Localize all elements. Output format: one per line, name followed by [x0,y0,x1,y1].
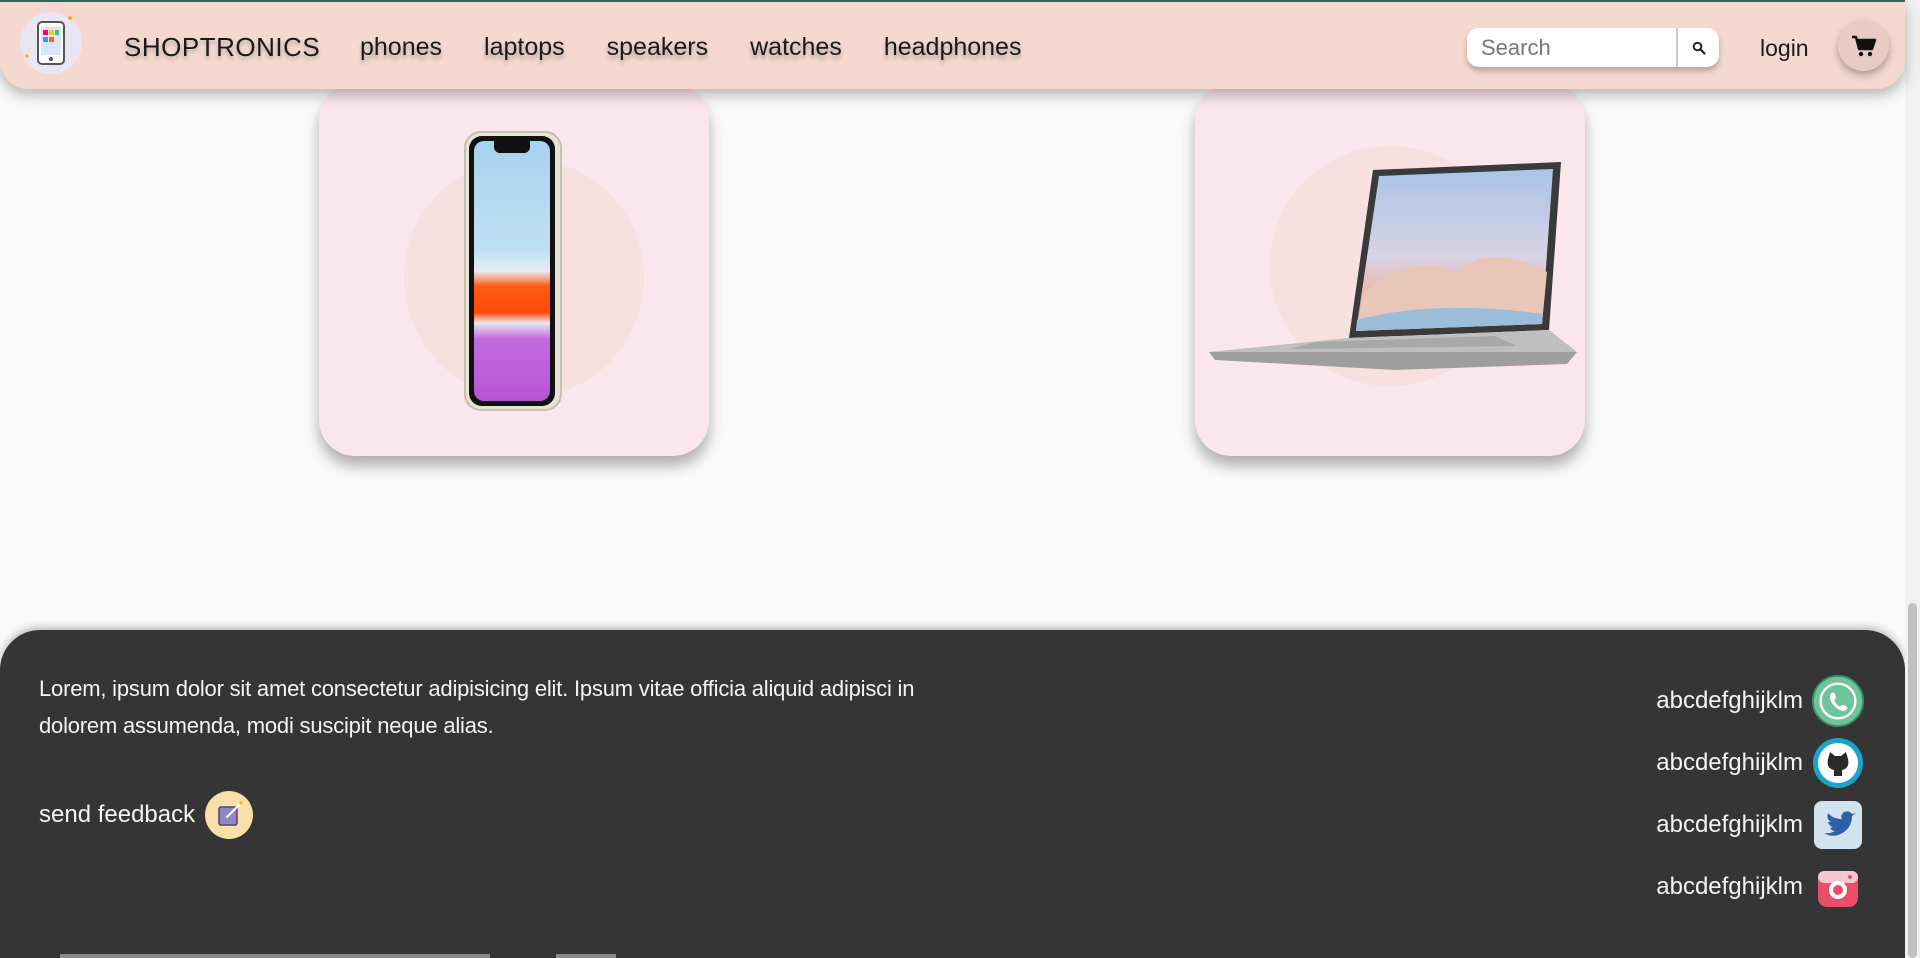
cart-icon [1851,35,1876,56]
social-label: abcdefghijklm [1656,873,1803,900]
top-navbar: SHOPTRONICS phones laptops speakers watc… [0,0,1905,89]
edit-icon [205,791,254,839]
nav-link-phones[interactable]: phones [360,33,442,62]
product-card-laptop[interactable] [1195,84,1585,456]
social-label: abcdefghijklm [1656,687,1803,714]
brand-name[interactable]: SHOPTRONICS [124,32,320,63]
feedback-label: send feedback [39,801,196,828]
social-link-twitter[interactable]: abcdefghijklm [1656,794,1865,856]
whatsapp-icon [1811,674,1865,728]
social-links: abcdefghijklm abcdefghijklm abcdefghijkl… [1656,670,1865,918]
send-feedback-button[interactable]: send feedback [39,791,254,839]
bottom-divider [556,954,616,958]
nav-link-laptops[interactable]: laptops [484,33,565,62]
nav-link-watches[interactable]: watches [750,33,842,62]
social-label: abcdefghijklm [1656,811,1803,838]
page-scrollbar[interactable] [1905,0,1920,958]
social-link-whatsapp[interactable]: abcdefghijklm [1656,670,1865,732]
instagram-icon [1811,860,1865,914]
bottom-divider [60,954,490,958]
nav-link-headphones[interactable]: headphones [884,33,1022,62]
login-link[interactable]: login [1760,35,1809,62]
laptop-image [1209,162,1577,370]
social-link-instagram[interactable]: abcdefghijklm [1656,856,1865,918]
phone-logo-icon[interactable] [20,12,82,74]
search-button[interactable] [1676,28,1719,67]
cart-button[interactable] [1838,20,1889,71]
footer: Lorem, ipsum dolor sit amet consectetur … [0,630,1905,958]
product-card-phone[interactable] [319,84,709,456]
scrollbar-thumb[interactable] [1908,603,1917,958]
nav-links: phones laptops speakers watches headphon… [360,33,1063,62]
search-icon [1692,41,1706,55]
social-link-github[interactable]: abcdefghijklm [1656,732,1865,794]
github-icon [1811,736,1865,790]
social-label: abcdefghijklm [1656,749,1803,776]
nav-link-speakers[interactable]: speakers [607,33,708,62]
twitter-icon [1811,798,1865,852]
footer-description: Lorem, ipsum dolor sit amet consectetur … [39,676,915,738]
search-box [1467,28,1719,67]
smartphone-image [464,131,562,411]
search-input[interactable] [1467,28,1674,67]
